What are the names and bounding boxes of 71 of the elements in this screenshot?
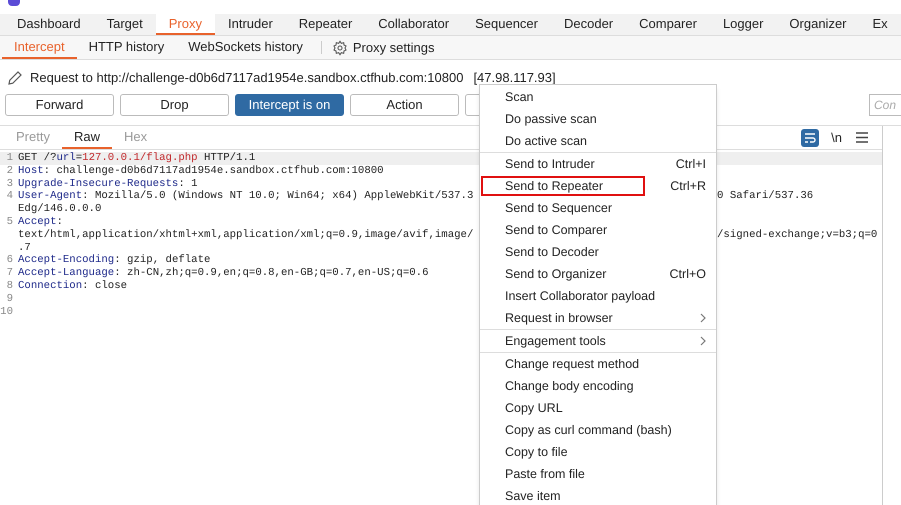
code-line: Host: challenge-d0b6d7117ad1954e.sandbox.ctfhub.com:10800 xyxy=(18,164,384,178)
menu-item[interactable]: Change request method xyxy=(480,353,716,375)
menu-item[interactable]: Scan xyxy=(480,86,716,108)
request-url: Request to http://challenge-d0b6d7117ad1954e.sandbox.ctfhub.com:10800 xyxy=(30,69,464,88)
line-number: 8 xyxy=(6,280,14,293)
line-number: 3 xyxy=(6,178,14,190)
menu-item[interactable]: Send to Comparer xyxy=(480,219,716,241)
main-tab[interactable]: Organizer xyxy=(776,14,860,35)
code-line: GET /?url=127.0.0.1/flag.php HTTP/1.1 xyxy=(18,152,256,165)
settings-icon xyxy=(332,40,348,56)
line-number: 1 xyxy=(6,152,14,165)
menu-icon[interactable] xyxy=(856,132,868,143)
line-number: 5 xyxy=(6,216,14,230)
code-line: 0 Safari/537.36 xyxy=(717,190,814,204)
app-icon xyxy=(8,0,20,6)
main-tab[interactable]: Comparer xyxy=(626,14,710,35)
main-tab[interactable]: Collaborator xyxy=(365,14,462,35)
main-tab[interactable]: Decoder xyxy=(551,14,626,35)
menu-item[interactable]: Save item xyxy=(480,485,716,505)
comment-field[interactable]: Con xyxy=(869,94,901,116)
main-tab[interactable]: Ex xyxy=(860,14,901,35)
menu-item[interactable]: Request in browser xyxy=(480,307,716,329)
menu-item[interactable]: Send to Decoder xyxy=(480,241,716,263)
toolbar-button[interactable]: Intercept is on xyxy=(235,94,344,116)
line-number: 10 xyxy=(0,306,14,318)
code-line: Connection: close xyxy=(18,280,128,293)
line-number: 2 xyxy=(6,164,14,178)
menu-item[interactable]: Send to Sequencer xyxy=(480,197,716,219)
code-line: Upgrade-Insecure-Requests: 1 xyxy=(18,178,198,190)
line-number: 6 xyxy=(6,254,14,268)
proxy-settings-button[interactable]: Proxy settings xyxy=(328,36,438,59)
main-tab[interactable]: Intruder xyxy=(214,14,286,35)
wrap-icon xyxy=(804,132,816,144)
main-tab[interactable]: Logger xyxy=(710,14,776,35)
menu-item[interactable]: Copy to file xyxy=(480,441,716,463)
code-line: Edg/146.0.0.0 xyxy=(18,203,102,216)
main-tab[interactable]: Repeater xyxy=(286,14,366,35)
request-ip: [47.98.117.93] xyxy=(473,69,556,88)
menu-item[interactable]: Send to Intruder Ctrl+I xyxy=(480,153,716,175)
code-line: User-Agent: Mozilla/5.0 (Windows NT 10.0; Win64; x64) AppleWebKit/537.3 xyxy=(18,190,474,203)
menu-item[interactable]: Change body encoding xyxy=(480,375,716,397)
line-number: 9 xyxy=(6,292,14,306)
line-number: 4 xyxy=(6,190,14,204)
code-line: Accept: xyxy=(18,216,63,229)
toolbar-button[interactable]: Drop xyxy=(120,94,229,116)
menu-item[interactable]: Send to Repeater Ctrl+R xyxy=(480,175,716,197)
toolbar-button[interactable]: Forward xyxy=(5,94,114,116)
menu-item[interactable]: Insert Collaborator payload xyxy=(480,285,716,307)
toolbar-button[interactable]: Action xyxy=(350,94,459,116)
menu-item[interactable]: Do active scan xyxy=(480,130,716,152)
menu-item[interactable]: Engagement tools xyxy=(480,330,716,352)
newline-toggle[interactable]: \n xyxy=(831,128,842,148)
menu-item[interactable]: Copy URL xyxy=(480,397,716,419)
menu-item[interactable]: Send to Organizer Ctrl+O xyxy=(480,263,716,285)
main-tab[interactable]: Target xyxy=(94,14,156,35)
code-line: /signed-exchange;v=b3;q=0 xyxy=(717,228,878,242)
menu-item[interactable]: Paste from file xyxy=(480,463,716,485)
sub-tab[interactable]: HTTP history xyxy=(76,36,176,59)
code-line: Accept-Language: zh-CN,zh;q=0.9,en;q=0.8,en-GB;q=0.7,en-US;q=0.6 xyxy=(18,267,428,280)
line-number: 7 xyxy=(6,267,14,280)
code-line: Accept-Encoding: gzip, deflate xyxy=(18,254,210,267)
sub-tab[interactable]: WebSockets history xyxy=(176,36,315,59)
code-line: .7 xyxy=(18,242,31,254)
main-tab[interactable]: Dashboard xyxy=(4,14,94,35)
main-tab[interactable]: Sequencer xyxy=(462,14,551,35)
menu-item[interactable]: Copy as curl command (bash) xyxy=(480,419,716,441)
editor-tab[interactable]: Raw xyxy=(62,126,112,149)
code-line: text/html,application/xhtml+xml,application/xml;q=0.9,image/avif,image/ xyxy=(18,228,474,242)
menu-item[interactable]: Do passive scan xyxy=(480,108,716,130)
pencil-icon xyxy=(6,69,24,87)
wrap-toggle[interactable] xyxy=(801,128,820,146)
